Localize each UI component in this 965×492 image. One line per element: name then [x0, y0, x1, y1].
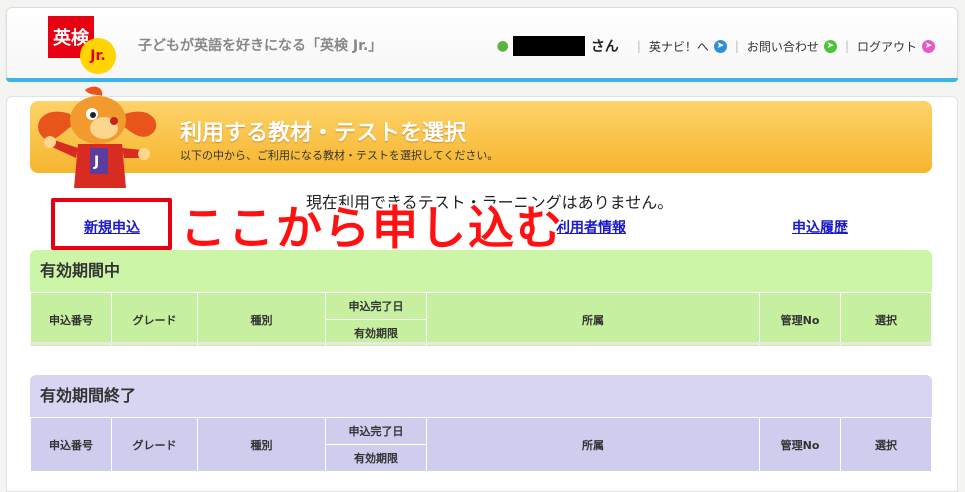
annotation-highlight-box — [51, 198, 172, 250]
annotation-callout: ここから申し込む — [180, 201, 564, 255]
expired-section: 有効期間終了 申込番号 グレード 種別 申込完了日 所属 管理No 選択 有効期… — [30, 375, 932, 471]
header-accent-bar — [6, 78, 958, 82]
column-header: 選択 — [840, 417, 932, 471]
application-history-link[interactable]: 申込履歴 — [792, 217, 848, 237]
column-header: 申込完了日 — [325, 292, 427, 320]
expired-section-title: 有効期間終了 — [40, 386, 137, 405]
arrow-right-icon: ➤ — [823, 39, 837, 53]
active-table: 申込番号 グレード 種別 申込完了日 所属 管理No 選択 有効期限 — [30, 292, 932, 346]
column-header: 所属 — [426, 417, 760, 471]
page-subtitle: 以下の中から、ご利用になる教材・テストを選択してください。 — [180, 149, 499, 162]
user-icon: ● — [496, 38, 509, 54]
eiken-jr-logo[interactable]: 英検 Jr. — [48, 16, 120, 74]
mascot-dog-icon: J — [38, 86, 157, 188]
arrow-right-icon: ➤ — [922, 39, 935, 53]
column-header: 有効期限 — [325, 444, 427, 471]
active-section-title: 有効期間中 — [40, 261, 121, 280]
column-header: 種別 — [197, 292, 326, 346]
expired-table: 申込番号 グレード 種別 申込完了日 所属 管理No 選択 有効期限 — [30, 417, 932, 471]
column-header: 選択 — [840, 292, 932, 346]
column-header: 所属 — [426, 292, 760, 346]
nav-logout-link[interactable]: ログアウト ➤ — [857, 38, 935, 55]
user-suffix: さん — [590, 39, 619, 55]
column-header: 申込番号 — [30, 292, 112, 346]
column-header: 申込完了日 — [325, 417, 427, 445]
column-header: 管理No — [759, 292, 841, 346]
nav-eikennavi-link[interactable]: 英ナビ！へ ➤ — [649, 38, 727, 55]
column-header: グレード — [111, 292, 198, 346]
section-divider — [30, 342, 932, 345]
logo-text-bottom: Jr. — [80, 38, 116, 74]
page-title: 利用する教材・テストを選択 — [180, 121, 467, 146]
column-header: 種別 — [197, 417, 326, 471]
nav-contact-label: お問い合わせ — [746, 39, 819, 54]
nav-divider: | — [734, 39, 739, 53]
nav-logout-label: ログアウト — [856, 39, 917, 54]
column-header: 管理No — [759, 417, 841, 471]
svg-text:J: J — [93, 154, 99, 170]
nav-eikennavi-label: 英ナビ！へ — [648, 39, 709, 54]
arrow-right-icon: ➤ — [713, 39, 727, 53]
nav-contact-link[interactable]: お問い合わせ ➤ — [747, 38, 837, 55]
header-nav: ● さん | 英ナビ！へ ➤ | お問い合わせ ➤ | ログアウト ➤ — [497, 36, 935, 56]
nav-divider: | — [844, 39, 849, 53]
redacted-username — [512, 36, 585, 56]
nav-divider: | — [636, 39, 641, 53]
column-header: グレード — [111, 417, 198, 471]
site-tagline: 子どもが英語を好きになる「英検 Jr.」 — [138, 38, 383, 54]
active-section: 有効期間中 申込番号 グレード 種別 申込完了日 所属 管理No 選択 有効期限 — [30, 250, 932, 346]
user-info-link[interactable]: 利用者情報 — [556, 217, 626, 237]
column-header: 申込番号 — [30, 417, 112, 471]
